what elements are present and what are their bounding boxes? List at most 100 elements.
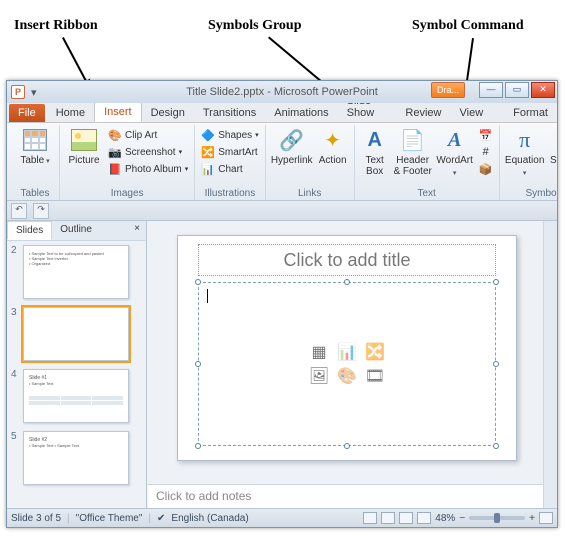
panetab-slides[interactable]: Slides [7,221,52,240]
object-icon: 📦 [479,162,493,176]
smartart-button[interactable]: 🔀SmartArt [199,144,260,160]
title-placeholder[interactable]: Click to add title [198,244,496,276]
screenshot-button[interactable]: 📷Screenshot ▾ [106,144,190,160]
slide-editor[interactable]: Click to add title ▦ 📊 🔀 [147,221,557,508]
view-slideshow-button[interactable] [417,512,431,524]
slide-number-button[interactable]: # [477,144,495,160]
group-illustrations: 🔷Shapes ▾ 🔀SmartArt 📊Chart Illustrations [195,125,265,200]
slide-thumbnail-3[interactable] [23,307,129,361]
tab-insert[interactable]: Insert [94,102,142,122]
ribbon-insert: Table Tables Picture 🎨Clip Art 📷Screensh… [7,123,557,201]
content-placeholder-icons[interactable]: ▦ 📊 🔀 🖼 🎨 🎞 [307,342,387,386]
qat-dropdown-icon[interactable]: ▾ [31,86,37,99]
zoom-level[interactable]: 48% [435,513,455,524]
action-button[interactable]: ✦ Action [316,125,350,166]
zoom-slider[interactable] [469,516,525,520]
ribbon-tabstrip: File Home Insert Design Transitions Anim… [7,103,557,123]
symbol-button[interactable]: Ω Symbol [548,125,557,166]
thumbnail-row[interactable]: 2 • Sample Text to be cut/copied and pas… [11,245,142,299]
photoalbum-icon: 📕 [108,162,122,176]
panetab-close[interactable]: × [128,221,146,240]
tab-design[interactable]: Design [142,104,194,122]
shapes-button[interactable]: 🔷Shapes ▾ [199,127,260,143]
fit-to-window-button[interactable] [539,512,553,524]
resize-handle[interactable] [493,443,499,449]
tab-review[interactable]: Review [396,104,450,122]
status-slide: Slide 3 of 5 [11,513,61,524]
slide-thumbnail-2[interactable]: • Sample Text to be cut/copied and paste… [23,245,129,299]
resize-handle[interactable] [493,361,499,367]
resize-handle[interactable] [344,443,350,449]
headerfooter-button[interactable]: 📄 Header & Footer [393,125,433,177]
hyperlink-icon: 🔗 [278,127,306,153]
tab-home[interactable]: Home [47,104,94,122]
date-time-button[interactable]: 📅 [477,127,495,143]
drawing-tools-contextual-tab[interactable]: Dra... [431,82,465,98]
minimize-button[interactable]: — [479,82,503,98]
tab-file[interactable]: File [9,104,45,122]
slide-thumbnail-4[interactable]: Slide #1 • Sample Text [23,369,129,423]
titlebar[interactable]: P ▾ Title Slide2.pptx - Microsoft PowerP… [7,81,557,103]
table-icon [23,129,47,151]
insert-table-icon[interactable]: ▦ [307,342,331,362]
resize-handle[interactable] [344,279,350,285]
headerfooter-icon: 📄 [399,127,427,153]
date-icon: 📅 [479,128,493,142]
object-button[interactable]: 📦 [477,161,495,177]
insert-clipart-icon[interactable]: 🎨 [335,366,359,386]
quick-access-row: ↶ ↷ [7,201,557,221]
textbox-button[interactable]: A Text Box [359,125,391,177]
resize-handle[interactable] [195,361,201,367]
view-normal-button[interactable] [363,512,377,524]
status-language[interactable]: English (Canada) [171,513,248,524]
doc-name: Title Slide2.pptx [186,86,264,98]
close-button[interactable]: ✕ [531,82,555,98]
equation-button[interactable]: π Equation [504,125,546,179]
resize-handle[interactable] [195,279,201,285]
resize-handle[interactable] [493,279,499,285]
resize-handle[interactable] [195,443,201,449]
table-button[interactable]: Table [15,125,55,167]
hyperlink-button[interactable]: 🔗 Hyperlink [270,125,314,166]
number-icon: # [479,145,493,159]
undo-button[interactable]: ↶ [11,203,27,219]
tab-view[interactable]: View [451,104,493,122]
smartart-icon: 🔀 [201,145,215,159]
insert-picture-icon[interactable]: 🖼 [307,366,331,386]
window-title: Title Slide2.pptx - Microsoft PowerPoint [186,86,378,98]
vertical-scrollbar[interactable] [543,221,557,508]
slides-pane: Slides Outline × 2 • Sample Text to be c… [7,221,147,508]
photoalbum-button[interactable]: 📕Photo Album ▾ [106,161,190,177]
slide-thumbnail-5[interactable]: Slide #2 • Sample Text • Sample Text [23,431,129,485]
insert-smartart-icon[interactable]: 🔀 [363,342,387,362]
tab-animations[interactable]: Animations [265,104,337,122]
clipart-button[interactable]: 🎨Clip Art [106,127,190,143]
notes-pane[interactable]: Click to add notes [148,484,543,508]
view-sorter-button[interactable] [381,512,395,524]
thumbnail-list[interactable]: 2 • Sample Text to be cut/copied and pas… [7,241,146,508]
thumbnail-row[interactable]: 4 Slide #1 • Sample Text [11,369,142,423]
anno-insert-ribbon: Insert Ribbon [14,18,98,34]
spellcheck-icon[interactable]: ✔ [157,513,165,524]
tab-transitions[interactable]: Transitions [194,104,265,122]
insert-media-icon[interactable]: 🎞 [363,366,387,386]
insert-chart-icon[interactable]: 📊 [335,342,359,362]
redo-button[interactable]: ↷ [33,203,49,219]
panetab-outline[interactable]: Outline [52,221,100,240]
restore-button[interactable]: ▭ [505,82,529,98]
screenshot-icon: 📷 [108,145,122,159]
picture-button[interactable]: Picture [64,125,104,166]
tab-format[interactable]: Format [504,104,557,122]
clipart-icon: 🎨 [108,128,122,142]
content-placeholder[interactable]: ▦ 📊 🔀 🖼 🎨 🎞 [198,282,496,446]
anno-symbols-group: Symbols Group [208,18,302,34]
action-icon: ✦ [319,127,347,153]
slide-canvas[interactable]: Click to add title ▦ 📊 🔀 [177,235,517,461]
thumbnail-row[interactable]: 3 [11,307,142,361]
view-reading-button[interactable] [399,512,413,524]
chart-button[interactable]: 📊Chart [199,161,260,177]
thumbnail-row[interactable]: 5 Slide #2 • Sample Text • Sample Text [11,431,142,485]
zoom-out-button[interactable]: − [459,513,465,524]
zoom-in-button[interactable]: + [529,513,535,524]
wordart-button[interactable]: A WordArt [435,125,475,179]
